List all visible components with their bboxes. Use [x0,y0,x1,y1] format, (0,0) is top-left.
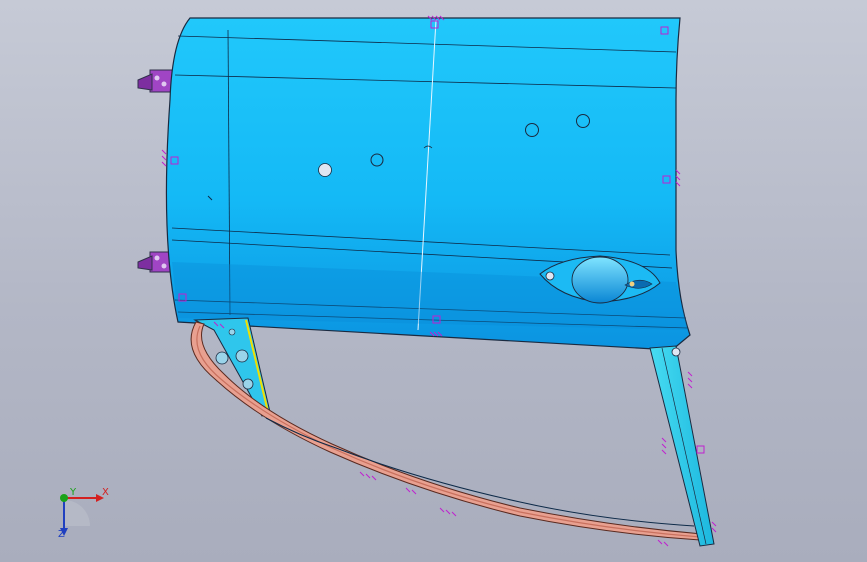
lower-hinge-bracket[interactable] [137,251,173,273]
axis-triad[interactable] [60,494,104,536]
panel-hole [318,163,332,177]
door-panel-3d-model[interactable] [0,0,867,562]
axis-y-arrow [60,494,68,502]
axis-y-label: Y [70,487,77,498]
window-seal-strip[interactable] [190,321,703,541]
upper-hinge-bracket[interactable] [137,69,173,93]
axis-z-label: Z [58,529,65,540]
cad-viewport[interactable]: X Y Z [0,0,867,562]
axis-x-label: X [102,487,109,498]
